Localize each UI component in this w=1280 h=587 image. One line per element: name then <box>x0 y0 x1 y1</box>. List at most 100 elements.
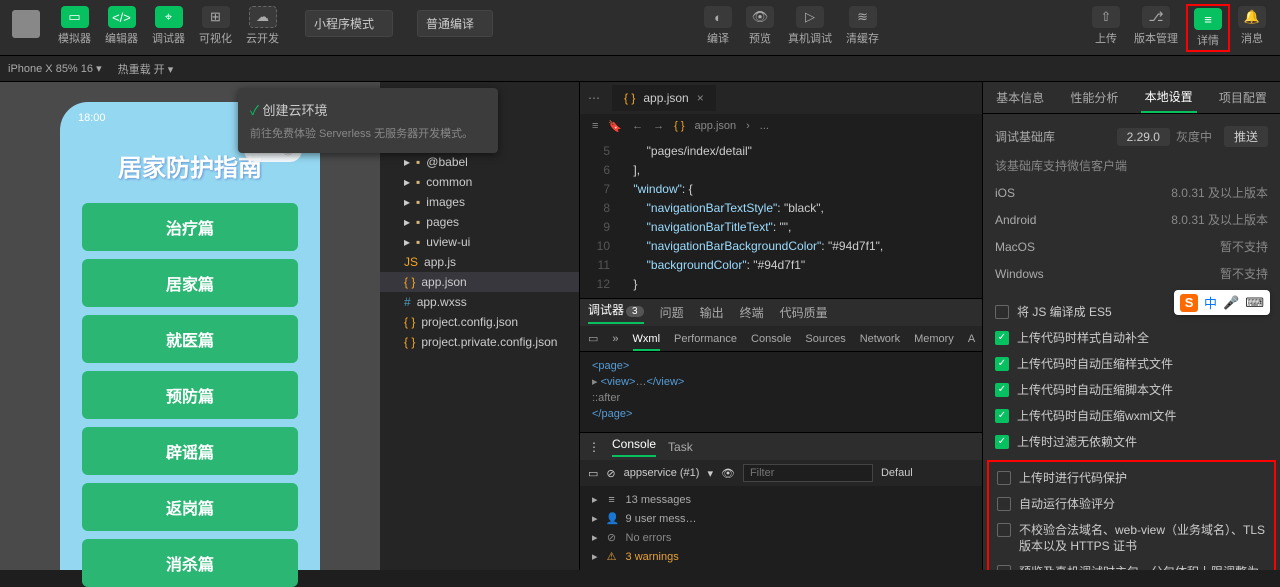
lib-version[interactable]: 2.29.0 <box>1117 128 1170 146</box>
tab-debugger[interactable]: 调试器3 <box>588 301 644 324</box>
editor-button[interactable]: </>编辑器 <box>99 4 144 48</box>
avatar[interactable] <box>12 10 40 38</box>
tooltip-title: 创建云环境 <box>250 100 486 119</box>
tab-terminal[interactable]: 终端 <box>740 304 764 321</box>
console-msg[interactable]: ▸≡13 messages <box>588 490 974 509</box>
tooltip-text: 前往免费体验 Serverless 无服务器开发模式。 <box>250 125 486 141</box>
setting-checkbox[interactable]: 预览及真机调试时主包、分包体积上限调整为4M <box>997 564 1266 570</box>
setting-checkbox[interactable]: ✓上传时过滤无依赖文件 <box>995 434 1268 450</box>
subtab-console[interactable]: Console <box>751 333 791 345</box>
console-msg[interactable]: ▸⊘No errors <box>588 528 974 547</box>
push-button[interactable]: 推送 <box>1224 126 1268 147</box>
tree-item[interactable]: ▸ ▪ images <box>380 192 579 212</box>
editor-tab-bar: ⋯ { } app.json × <box>580 82 982 114</box>
inspect-icon[interactable]: ▭ <box>588 467 598 480</box>
real-device-button[interactable]: ▷真机调试 <box>782 4 838 48</box>
subtab-memory[interactable]: Memory <box>914 333 954 345</box>
phone-menu-item[interactable]: 治疗篇 <box>82 203 298 251</box>
detail-panel: 基本信息性能分析本地设置项目配置 调试基础库 2.29.0 灰度中 推送 该基础… <box>982 82 1280 570</box>
tab-task[interactable]: Task <box>668 440 693 454</box>
tree-item[interactable]: { } project.config.json <box>380 312 579 332</box>
tree-item[interactable]: JS app.js <box>380 252 579 272</box>
setting-checkbox[interactable]: 自动运行体验评分 <box>997 496 1266 512</box>
subtab-wxml[interactable]: Wxml <box>633 333 661 351</box>
console-msg[interactable]: ▸⚠3 warnings <box>588 547 974 566</box>
wxml-panel[interactable]: <page> ▸ <view>…</view> ::after</page> <box>580 352 982 432</box>
code-editor[interactable]: 5678910111213 "pages/index/detail" ], "w… <box>580 138 982 298</box>
tree-item[interactable]: ▸ ▪ common <box>380 172 579 192</box>
tab-problems[interactable]: 问题 <box>660 304 684 321</box>
detail-button[interactable]: ≡详情 <box>1186 4 1230 52</box>
detail-tab[interactable]: 本地设置 <box>1141 82 1197 113</box>
phone-menu-item[interactable]: 就医篇 <box>82 315 298 363</box>
subtab-performance[interactable]: Performance <box>674 333 737 345</box>
detail-tabs: 基本信息性能分析本地设置项目配置 <box>983 82 1280 114</box>
level-select[interactable]: Defaul <box>881 467 913 479</box>
detail-tab[interactable]: 项目配置 <box>1215 83 1271 112</box>
phone-menu-item[interactable]: 返岗篇 <box>82 483 298 531</box>
subtab-a[interactable]: A <box>968 333 975 345</box>
debugger-button[interactable]: ⌖调试器 <box>146 4 191 48</box>
compile-button[interactable]: ◐编译 <box>698 4 738 48</box>
main-toolbar: ▭模拟器 </>编辑器 ⌖调试器 ⊞可视化 ☁云开发 小程序模式 普通编译 ◐编… <box>0 0 1280 56</box>
console-msg[interactable]: ▸👤9 user mess… <box>588 509 974 528</box>
preview-button[interactable]: 👁预览 <box>740 4 780 48</box>
console-messages: ▸≡13 messages▸👤9 user mess…▸⊘No errors▸⚠… <box>580 486 982 570</box>
setting-checkbox[interactable]: ✓上传代码时样式自动补全 <box>995 330 1268 346</box>
phone-menu-item[interactable]: 居家篇 <box>82 259 298 307</box>
json-icon: { } <box>624 91 635 105</box>
version-button[interactable]: ⎇版本管理 <box>1128 4 1184 52</box>
support-note: 该基础库支持微信客户端 <box>995 157 1268 174</box>
tree-item[interactable]: ▸ ▪ pages <box>380 212 579 232</box>
simulator-panel: 创建云环境 前往免费体验 Serverless 无服务器开发模式。 18:00 … <box>0 82 380 570</box>
clear-icon[interactable]: ⊘ <box>606 467 615 480</box>
device-select[interactable]: iPhone X 85% 16 ▾ <box>8 62 102 75</box>
console-tab-bar: ⋮ Console Task <box>580 432 982 460</box>
detail-tab[interactable]: 基本信息 <box>992 83 1048 112</box>
hot-reload-toggle[interactable]: 热重载 开 ▾ <box>118 61 174 77</box>
mode-select[interactable]: 小程序模式 <box>305 10 393 37</box>
subtab-network[interactable]: Network <box>860 333 900 345</box>
phone-frame: 18:00 ⋯◉ 居家防护指南 治疗篇居家篇就医篇预防篇辟谣篇返岗篇消杀篇 <box>60 102 320 570</box>
message-button[interactable]: 🔔消息 <box>1232 4 1272 52</box>
phone-menu-item[interactable]: 预防篇 <box>82 371 298 419</box>
sub-toolbar: iPhone X 85% 16 ▾ 热重载 开 ▾ <box>0 56 1280 82</box>
cloud-button[interactable]: ☁云开发 <box>240 4 285 48</box>
cloud-env-tooltip: 创建云环境 前往免费体验 Serverless 无服务器开发模式。 <box>238 88 498 153</box>
close-icon[interactable]: × <box>697 91 704 105</box>
eye-icon[interactable]: 👁 <box>721 467 735 480</box>
upload-button[interactable]: ⇧上传 <box>1086 4 1126 52</box>
setting-checkbox[interactable]: ✓上传代码时自动压缩样式文件 <box>995 356 1268 372</box>
subtab-sources[interactable]: Sources <box>805 333 845 345</box>
tree-item[interactable]: # app.wxss <box>380 292 579 312</box>
tree-item[interactable]: { } project.private.config.json <box>380 332 579 352</box>
breadcrumb: ≡🔖←→ { }app.json›... <box>580 114 982 138</box>
context-select[interactable]: appservice (#1) <box>624 467 700 479</box>
visual-button[interactable]: ⊞可视化 <box>193 4 238 48</box>
tree-item[interactable]: { } app.json <box>380 272 579 292</box>
phone-menu-item[interactable]: 消杀篇 <box>82 539 298 587</box>
ime-indicator[interactable]: S 中 🎤 ⌨ <box>1174 290 1270 315</box>
debug-lib-label: 调试基础库 <box>995 128 1111 145</box>
tab-output[interactable]: 输出 <box>700 304 724 321</box>
tree-item[interactable]: ▸ ▪ uview-ui <box>380 232 579 252</box>
editor-tab-app-json[interactable]: { } app.json × <box>612 85 716 111</box>
platform-row: Windows暂不支持 <box>995 265 1268 282</box>
filter-input[interactable] <box>743 464 873 482</box>
setting-checkbox[interactable]: ✓上传代码时自动压缩wxml文件 <box>995 408 1268 424</box>
platform-row: MacOS暂不支持 <box>995 238 1268 255</box>
platform-row: iOS8.0.31 及以上版本 <box>995 184 1268 201</box>
lib-status: 灰度中 <box>1176 128 1212 145</box>
tree-item[interactable]: ▸ ▪ @babel <box>380 152 579 172</box>
setting-checkbox[interactable]: 不校验合法域名、web-view（业务域名）、TLS 版本以及 HTTPS 证书 <box>997 522 1266 554</box>
simulator-button[interactable]: ▭模拟器 <box>52 4 97 48</box>
tab-quality[interactable]: 代码质量 <box>780 304 828 321</box>
detail-tab[interactable]: 性能分析 <box>1066 83 1122 112</box>
clear-cache-button[interactable]: ≋清缓存 <box>840 4 885 48</box>
highlighted-settings: 上传时进行代码保护自动运行体验评分不校验合法域名、web-view（业务域名）、… <box>987 460 1276 570</box>
setting-checkbox[interactable]: 上传时进行代码保护 <box>997 470 1266 486</box>
phone-menu-item[interactable]: 辟谣篇 <box>82 427 298 475</box>
compile-mode-select[interactable]: 普通编译 <box>417 10 493 37</box>
tab-console[interactable]: Console <box>612 437 656 457</box>
setting-checkbox[interactable]: ✓上传代码时自动压缩脚本文件 <box>995 382 1268 398</box>
